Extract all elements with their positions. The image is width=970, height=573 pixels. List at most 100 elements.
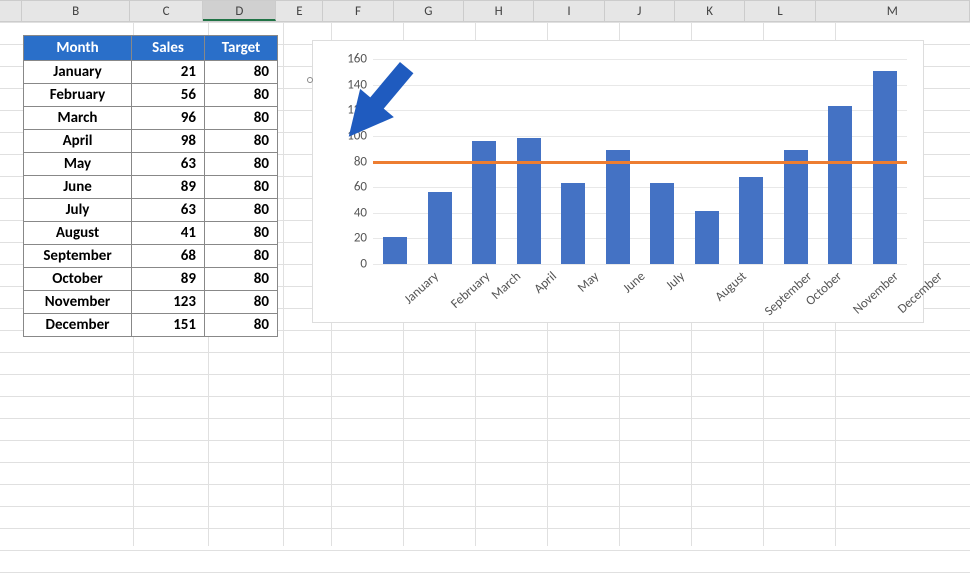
- table-row[interactable]: November12380: [24, 291, 278, 314]
- column-header-j[interactable]: J: [605, 0, 675, 21]
- table-row[interactable]: April9880: [24, 130, 278, 153]
- table-row[interactable]: June8980: [24, 176, 278, 199]
- column-header-d[interactable]: D: [203, 0, 276, 21]
- chart-y-tick-label: 60: [333, 180, 367, 195]
- cell-month[interactable]: January: [24, 61, 132, 84]
- table-row[interactable]: December15180: [24, 314, 278, 337]
- chart-target-line[interactable]: [373, 161, 907, 164]
- gridline-horizontal: [0, 396, 970, 397]
- chart-bar[interactable]: [873, 71, 897, 264]
- chart-selection-handle[interactable]: [307, 77, 313, 83]
- cell-sales[interactable]: 68: [132, 245, 205, 268]
- cell-sales[interactable]: 89: [132, 268, 205, 291]
- table-row[interactable]: July6380: [24, 199, 278, 222]
- cell-sales[interactable]: 98: [132, 130, 205, 153]
- cell-target[interactable]: 80: [205, 291, 278, 314]
- gridline-horizontal: [0, 22, 970, 23]
- table-header-target[interactable]: Target: [205, 36, 278, 61]
- cell-month[interactable]: July: [24, 199, 132, 222]
- gridline-horizontal: [0, 528, 970, 529]
- table-row[interactable]: August4180: [24, 222, 278, 245]
- cell-target[interactable]: 80: [205, 107, 278, 130]
- cell-sales[interactable]: 63: [132, 199, 205, 222]
- table-row[interactable]: October8980: [24, 268, 278, 291]
- column-header-f[interactable]: F: [323, 0, 393, 21]
- data-table: MonthSalesTarget January2180February5680…: [23, 35, 278, 337]
- column-header-m[interactable]: M: [816, 0, 970, 21]
- chart-bar[interactable]: [650, 183, 674, 264]
- table-row[interactable]: February5680: [24, 84, 278, 107]
- cell-target[interactable]: 80: [205, 61, 278, 84]
- cell-sales[interactable]: 63: [132, 153, 205, 176]
- gridline-horizontal: [0, 462, 970, 463]
- chart-x-labels: JanuaryFebruaryMarchAprilMayJuneJulyAugu…: [373, 269, 907, 319]
- chart-bar[interactable]: [428, 192, 452, 264]
- chart-gridline: [373, 85, 907, 86]
- chart-gridline: [373, 110, 907, 111]
- cell-month[interactable]: October: [24, 268, 132, 291]
- chart-bar[interactable]: [695, 211, 719, 264]
- cell-sales[interactable]: 96: [132, 107, 205, 130]
- gridline-horizontal: [0, 550, 970, 551]
- cell-target[interactable]: 80: [205, 153, 278, 176]
- column-header-b[interactable]: B: [22, 0, 129, 21]
- column-header-e[interactable]: E: [276, 0, 323, 21]
- gridline-vertical: [283, 22, 284, 546]
- cell-target[interactable]: 80: [205, 84, 278, 107]
- chart-y-tick-label: 0: [333, 257, 367, 272]
- chart-bar[interactable]: [472, 141, 496, 264]
- table-row[interactable]: January2180: [24, 61, 278, 84]
- annotation-arrow-icon: [322, 48, 432, 158]
- cell-target[interactable]: 80: [205, 130, 278, 153]
- chart-bar[interactable]: [784, 150, 808, 264]
- cell-target[interactable]: 80: [205, 245, 278, 268]
- chart-bar[interactable]: [383, 237, 407, 264]
- table-header-month[interactable]: Month: [24, 36, 132, 61]
- cell-month[interactable]: May: [24, 153, 132, 176]
- chart-bar[interactable]: [517, 138, 541, 264]
- column-header-h[interactable]: H: [464, 0, 534, 21]
- column-headers: BCDEFGHIJKLM: [0, 0, 970, 22]
- column-header-c[interactable]: C: [130, 0, 203, 21]
- cell-sales[interactable]: 41: [132, 222, 205, 245]
- cell-month[interactable]: September: [24, 245, 132, 268]
- cell-sales[interactable]: 89: [132, 176, 205, 199]
- cell-target[interactable]: 80: [205, 268, 278, 291]
- chart-bar[interactable]: [606, 150, 630, 264]
- chart-bar[interactable]: [561, 183, 585, 264]
- cell-month[interactable]: April: [24, 130, 132, 153]
- column-header-k[interactable]: K: [675, 0, 745, 21]
- table-row[interactable]: May6380: [24, 153, 278, 176]
- cell-target[interactable]: 80: [205, 314, 278, 337]
- cell-sales[interactable]: 123: [132, 291, 205, 314]
- cell-month[interactable]: November: [24, 291, 132, 314]
- chart-bar[interactable]: [739, 177, 763, 264]
- cell-month[interactable]: December: [24, 314, 132, 337]
- spreadsheet-sheet[interactable]: BCDEFGHIJKLM MonthSalesTarget January218…: [0, 0, 970, 546]
- column-header-l[interactable]: L: [745, 0, 815, 21]
- cell-target[interactable]: 80: [205, 176, 278, 199]
- gridline-horizontal: [0, 440, 970, 441]
- chart-x-tick-label: August: [712, 269, 749, 305]
- chart-plot-area[interactable]: 020406080100120140160: [373, 59, 907, 264]
- cell-month[interactable]: March: [24, 107, 132, 130]
- cell-sales[interactable]: 21: [132, 61, 205, 84]
- cell-month[interactable]: August: [24, 222, 132, 245]
- cell-target[interactable]: 80: [205, 222, 278, 245]
- chart-x-tick-label: July: [663, 269, 688, 293]
- chart-x-tick-label: March: [489, 269, 524, 303]
- cell-sales[interactable]: 56: [132, 84, 205, 107]
- table-header-sales[interactable]: Sales: [132, 36, 205, 61]
- chart-bar[interactable]: [828, 106, 852, 264]
- gridline-horizontal: [0, 484, 970, 485]
- column-header-i[interactable]: I: [534, 0, 604, 21]
- cell-sales[interactable]: 151: [132, 314, 205, 337]
- column-header-g[interactable]: G: [394, 0, 464, 21]
- table-row[interactable]: March9680: [24, 107, 278, 130]
- chart-y-tick-label: 20: [333, 231, 367, 246]
- table-row[interactable]: September6880: [24, 245, 278, 268]
- cell-target[interactable]: 80: [205, 199, 278, 222]
- cell-month[interactable]: February: [24, 84, 132, 107]
- chart-x-tick-label: February: [448, 269, 493, 312]
- cell-month[interactable]: June: [24, 176, 132, 199]
